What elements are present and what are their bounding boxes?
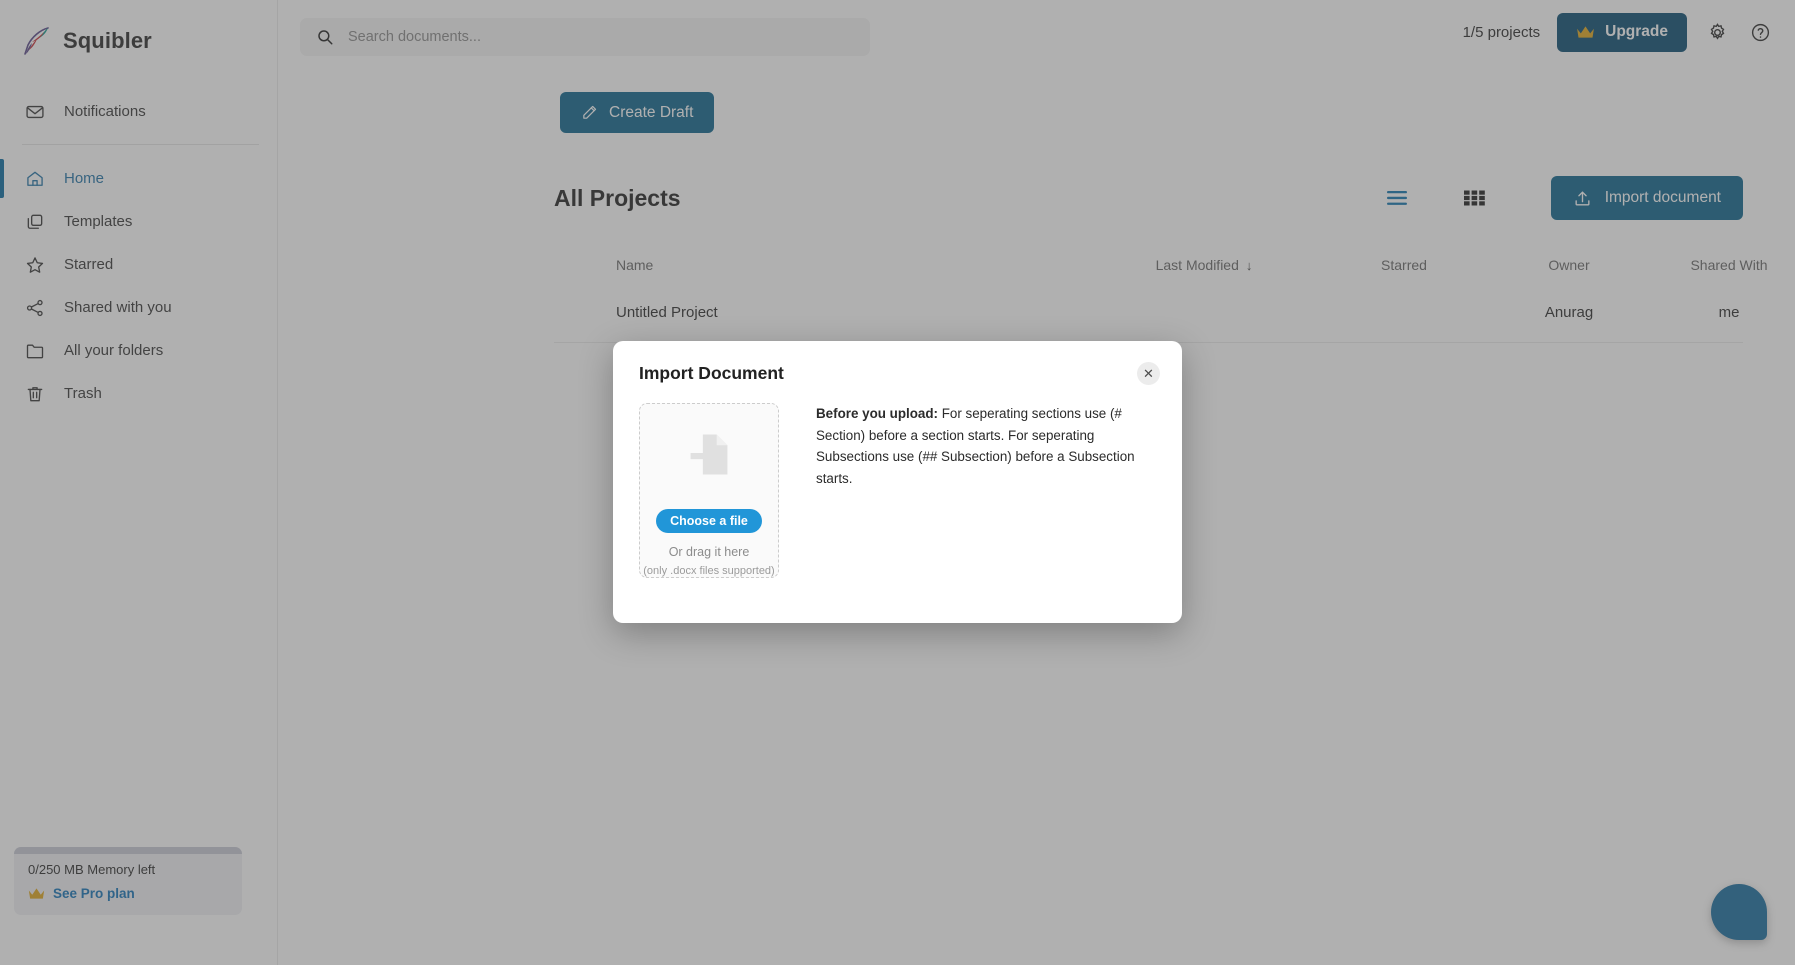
import-document-modal: Import Document ✕ Choose a file Or drag … — [613, 341, 1182, 623]
drag-hint-text: Or drag it here — [668, 545, 750, 559]
upload-instructions-label: Before you upload: — [816, 406, 939, 421]
file-dropzone[interactable]: Choose a file Or drag it here (only .doc… — [639, 403, 779, 578]
modal-title: Import Document — [639, 363, 784, 383]
supported-files-note: (only .docx files supported) — [643, 565, 775, 577]
close-icon[interactable]: ✕ — [1137, 362, 1160, 385]
file-import-icon — [690, 434, 728, 475]
choose-file-button[interactable]: Choose a file — [656, 509, 762, 533]
upload-instructions: Before you upload: For seperating sectio… — [779, 403, 1156, 578]
modal-body: Choose a file Or drag it here (only .doc… — [639, 403, 1156, 578]
